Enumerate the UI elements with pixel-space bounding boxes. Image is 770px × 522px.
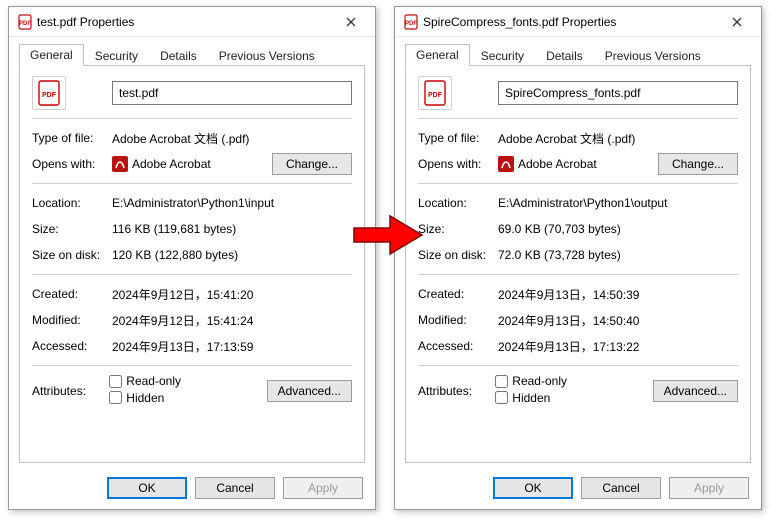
value-location: E:\Administrator\Python1\input (112, 196, 352, 210)
readonly-checkbox[interactable]: Read-only (495, 374, 567, 388)
change-button[interactable]: Change... (272, 153, 352, 175)
value-created: 2024年9月13日，14:50:39 (498, 286, 738, 303)
tab-previous[interactable]: Previous Versions (208, 45, 326, 66)
readonly-label: Read-only (126, 374, 181, 388)
hidden-checkbox[interactable]: Hidden (495, 391, 550, 405)
apply-button[interactable]: Apply (283, 477, 363, 499)
acrobat-icon (112, 156, 128, 172)
readonly-label: Read-only (512, 374, 567, 388)
pdf-icon: PDF (17, 14, 33, 30)
svg-text:PDF: PDF (19, 21, 31, 27)
tab-details[interactable]: Details (535, 45, 594, 66)
pdf-icon: PDF (403, 14, 419, 30)
value-size: 69.0 KB (70,703 bytes) (498, 222, 738, 236)
label-attributes: Attributes: (32, 384, 109, 398)
close-button[interactable] (331, 8, 371, 36)
value-location: E:\Administrator\Python1\output (498, 196, 738, 210)
label-created: Created: (32, 287, 112, 301)
hidden-label: Hidden (512, 391, 550, 405)
label-location: Location: (418, 196, 498, 210)
label-size: Size: (32, 222, 112, 236)
label-modified: Modified: (32, 313, 112, 327)
tab-previous[interactable]: Previous Versions (594, 45, 712, 66)
cancel-button[interactable]: Cancel (195, 477, 275, 499)
cancel-button[interactable]: Cancel (581, 477, 661, 499)
value-modified: 2024年9月12日，15:41:24 (112, 312, 352, 329)
file-type-icon: PDF (418, 76, 452, 110)
tab-security[interactable]: Security (84, 45, 149, 66)
dialog-buttons: OK Cancel Apply (395, 477, 761, 499)
properties-dialog: PDF SpireCompress_fonts.pdf Properties G… (394, 6, 762, 510)
label-attributes: Attributes: (418, 384, 495, 398)
ok-button[interactable]: OK (107, 477, 187, 499)
ok-button[interactable]: OK (493, 477, 573, 499)
value-created: 2024年9月12日，15:41:20 (112, 286, 352, 303)
value-type-of-file: Adobe Acrobat 文档 (.pdf) (112, 130, 352, 147)
dialog-buttons: OK Cancel Apply (9, 477, 375, 499)
apply-button[interactable]: Apply (669, 477, 749, 499)
label-opens-with: Opens with: (32, 157, 112, 171)
advanced-button[interactable]: Advanced... (653, 380, 738, 402)
value-modified: 2024年9月13日，14:50:40 (498, 312, 738, 329)
value-accessed: 2024年9月13日，17:13:59 (112, 338, 352, 355)
svg-text:PDF: PDF (42, 92, 57, 99)
svg-text:PDF: PDF (428, 92, 443, 99)
label-accessed: Accessed: (418, 339, 498, 353)
label-type-of-file: Type of file: (418, 131, 498, 145)
properties-dialog: PDF test.pdf Properties General Security… (8, 6, 376, 510)
close-icon (732, 17, 742, 27)
label-size-on-disk: Size on disk: (32, 248, 112, 262)
tab-strip: General Security Details Previous Versio… (19, 43, 365, 65)
label-location: Location: (32, 196, 112, 210)
close-icon (346, 17, 356, 27)
filename-input[interactable] (498, 81, 738, 105)
value-size-on-disk: 72.0 KB (73,728 bytes) (498, 248, 738, 262)
readonly-checkbox[interactable]: Read-only (109, 374, 181, 388)
label-modified: Modified: (418, 313, 498, 327)
advanced-button[interactable]: Advanced... (267, 380, 352, 402)
label-size-on-disk: Size on disk: (418, 248, 498, 262)
window-title: SpireCompress_fonts.pdf Properties (423, 15, 717, 29)
general-panel: PDF Type of file: Adobe Acrobat 文档 (.pdf… (19, 65, 365, 463)
value-size: 116 KB (119,681 bytes) (112, 222, 352, 236)
tab-strip: General Security Details Previous Versio… (405, 43, 751, 65)
label-type-of-file: Type of file: (32, 131, 112, 145)
label-opens-with: Opens with: (418, 157, 498, 171)
hidden-label: Hidden (126, 391, 164, 405)
titlebar: PDF test.pdf Properties (9, 7, 375, 37)
acrobat-icon (498, 156, 514, 172)
tab-general[interactable]: General (19, 44, 84, 66)
value-accessed: 2024年9月13日，17:13:22 (498, 338, 738, 355)
svg-text:PDF: PDF (405, 21, 417, 27)
tab-general[interactable]: General (405, 44, 470, 66)
window-title: test.pdf Properties (37, 15, 331, 29)
value-type-of-file: Adobe Acrobat 文档 (.pdf) (498, 130, 738, 147)
label-created: Created: (418, 287, 498, 301)
file-type-icon: PDF (32, 76, 66, 110)
label-size: Size: (418, 222, 498, 236)
close-button[interactable] (717, 8, 757, 36)
value-size-on-disk: 120 KB (122,880 bytes) (112, 248, 352, 262)
filename-input[interactable] (112, 81, 352, 105)
general-panel: PDF Type of file: Adobe Acrobat 文档 (.pdf… (405, 65, 751, 463)
value-opens-with: Adobe Acrobat (518, 157, 597, 171)
hidden-checkbox[interactable]: Hidden (109, 391, 164, 405)
tab-details[interactable]: Details (149, 45, 208, 66)
titlebar: PDF SpireCompress_fonts.pdf Properties (395, 7, 761, 37)
change-button[interactable]: Change... (658, 153, 738, 175)
value-opens-with: Adobe Acrobat (132, 157, 211, 171)
tab-security[interactable]: Security (470, 45, 535, 66)
label-accessed: Accessed: (32, 339, 112, 353)
